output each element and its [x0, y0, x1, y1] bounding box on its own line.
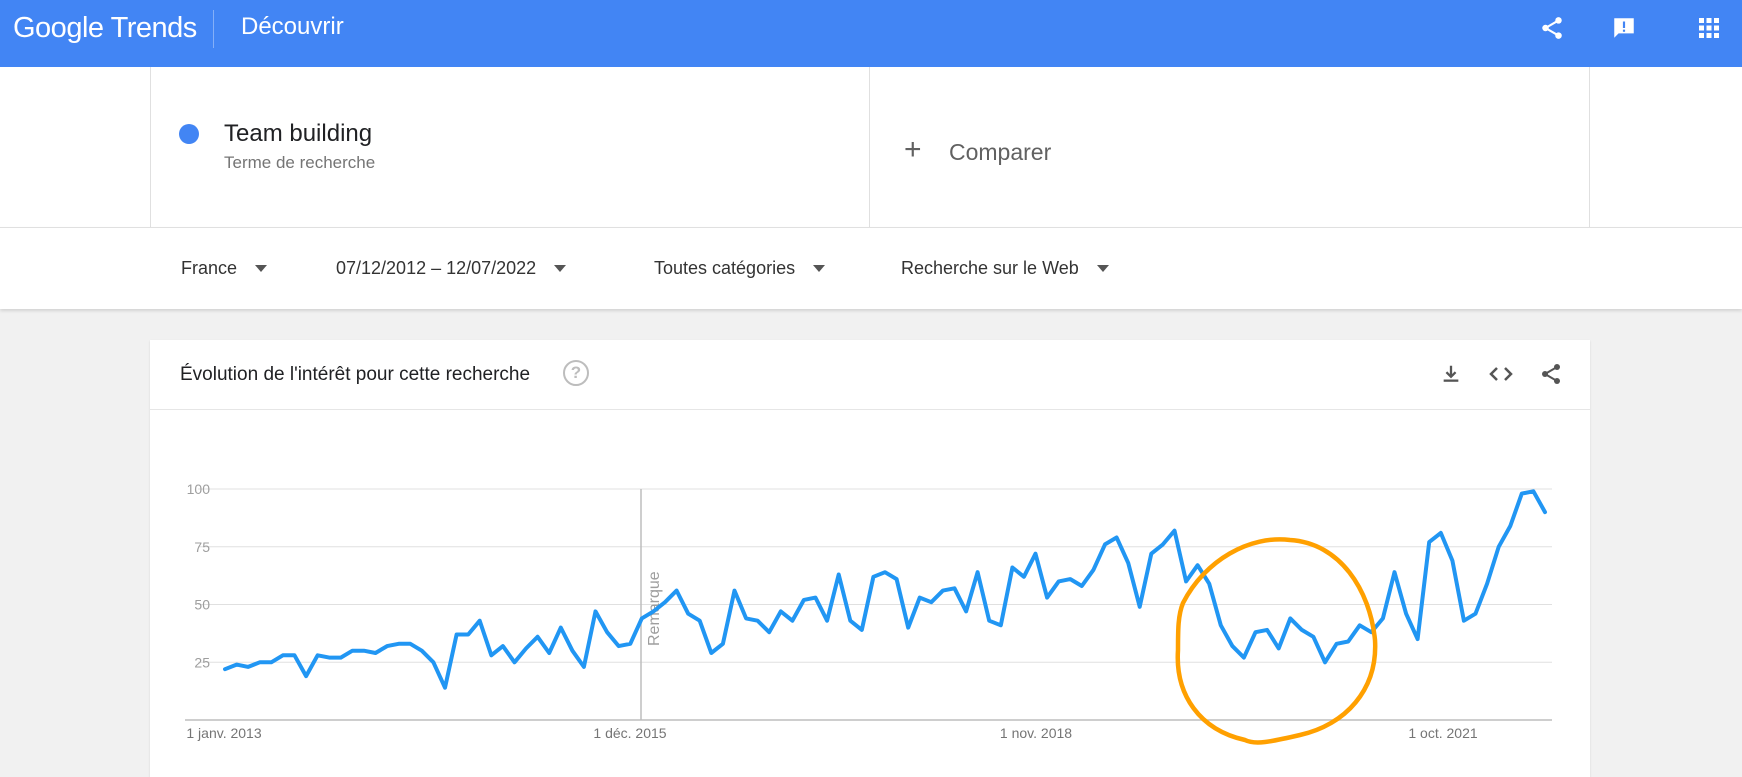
y-tick-label: 75 [194, 539, 210, 555]
x-tick-label: 1 janv. 2013 [186, 725, 261, 741]
y-tick-label: 25 [194, 654, 210, 670]
y-tick-label: 100 [187, 481, 211, 497]
series-line-team-building [223, 489, 1547, 690]
interest-chart: 25 50 75 100 1 janv. 2013 1 déc. 2015 1 nov. 2… [185, 481, 1552, 745]
x-tick-label: 1 oct. 2021 [1408, 725, 1477, 741]
y-tick-label: 50 [194, 597, 210, 613]
x-tick-label: 1 nov. 2018 [1000, 725, 1072, 741]
x-tick-label: 1 déc. 2015 [593, 725, 666, 741]
